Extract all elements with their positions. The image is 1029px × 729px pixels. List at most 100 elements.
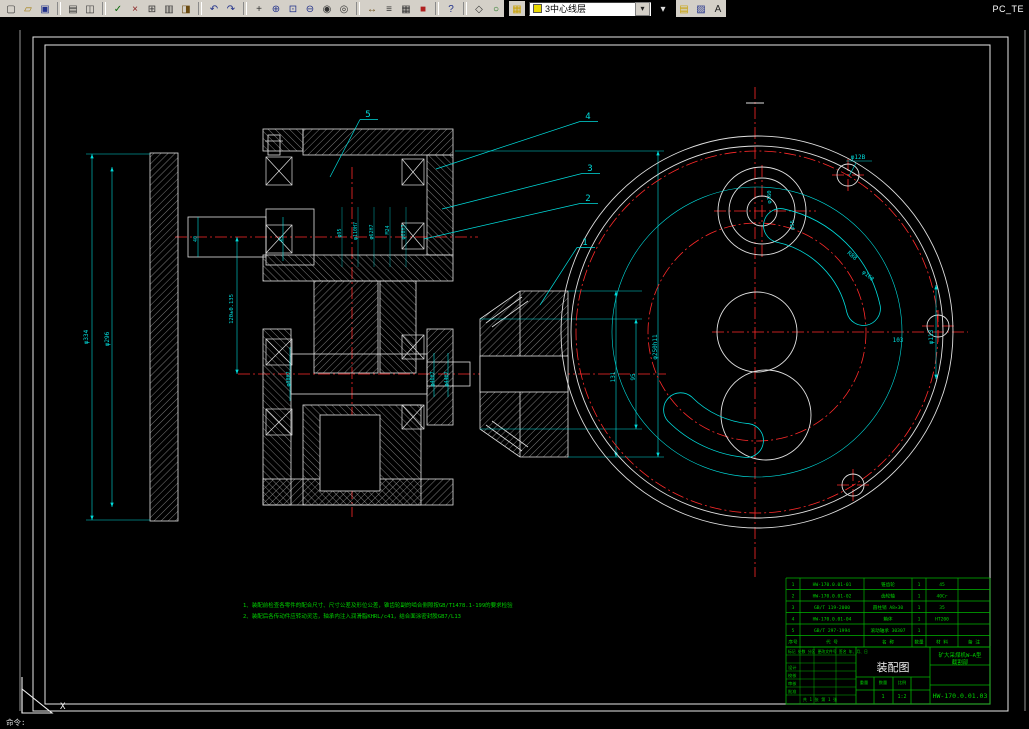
print[interactable]: ▤	[65, 1, 81, 16]
open-file[interactable]: ▱	[20, 1, 36, 16]
dim-label: φ44H7	[444, 371, 450, 386]
dim-label: R88	[846, 250, 859, 263]
toolbar-separator	[57, 2, 61, 15]
dim-label: φ46H7	[430, 371, 436, 386]
zoom-window[interactable]: ⊡	[285, 1, 301, 16]
toolbar-separator	[463, 2, 467, 15]
parts-cell: HW-170.0.01-01	[813, 582, 852, 588]
parts-header-cell: 名 称	[882, 639, 894, 646]
technical-notes: 1、装配前检查各零件的配合尺寸、尺寸公差及形位公差，锥齿轮副的啮合侧隙按GB/T…	[243, 601, 513, 620]
command-line-text: 命令:	[6, 717, 26, 727]
docked-panel-title: PC_TE	[992, 4, 1024, 14]
copy[interactable]: ⊞	[144, 1, 160, 16]
balloon-number: 4	[585, 112, 590, 122]
cut[interactable]: ×	[127, 1, 143, 16]
dim-label: φ296	[104, 331, 111, 346]
redo[interactable]: ↷	[223, 1, 239, 16]
new-file[interactable]: ▢	[3, 1, 19, 16]
parts-cell: 4	[792, 617, 795, 623]
parts-header-cell: 序号	[788, 639, 798, 646]
end-view-circles	[561, 103, 953, 528]
end-view	[561, 87, 968, 577]
ucs-x-label: X	[60, 702, 66, 712]
spell-check[interactable]: ✓	[110, 1, 126, 16]
toolbar-right-icons: ▤▨A	[676, 1, 726, 16]
toolbar-separator	[243, 2, 247, 15]
application-window: { "toolbar": { "icons": [ {"name":"new-f…	[0, 0, 1029, 729]
layer-properties[interactable]: ▦	[398, 1, 414, 16]
3d-orbit[interactable]: ○	[488, 1, 504, 16]
parts-list: 序号代 号名 称数量材 料备 注5GB/T 297-1994滚动轴承 30307…	[786, 578, 990, 647]
parts-cell: 1	[918, 594, 921, 600]
zoom-out[interactable]: ◎	[336, 1, 352, 16]
section-view	[86, 129, 666, 521]
note-line: 2、装配后各传动件应转动灵活，轴承内注入润滑脂KHRL/c41，结合面涂密封胶G…	[243, 612, 461, 620]
layer-toolbar: ▦ 3中心线层 ▾ ▾	[504, 0, 676, 17]
balloon-number: 1	[582, 238, 587, 248]
parts-cell: 1	[792, 582, 795, 588]
dim-label: 131	[610, 371, 617, 382]
sig-label: 校核	[788, 672, 797, 679]
signature-labels: 设计校核审核批准	[788, 664, 797, 695]
toolbar: ▢▱▣▤◫✓×⊞▥◨↶↷+⊕⊡⊖◉◎↔≡▦■?◇○ ▦ 3中心线层 ▾ ▾ ▤▨…	[0, 0, 1029, 17]
dim-label: φ95	[337, 228, 343, 237]
dim-label: φ334	[83, 329, 90, 344]
dim-label: φ160	[767, 190, 773, 203]
sig-label: 设计	[788, 664, 796, 671]
balloon-number: 2	[585, 194, 590, 204]
toolbar-separator	[356, 2, 360, 15]
toolbar-main-icons: ▢▱▣ ▤◫ ✓×⊞▥◨ ↶↷ +⊕⊡⊖◉◎ ↔≡▦■? ◇○	[3, 1, 504, 16]
toolbar-separator	[435, 2, 439, 15]
save-file[interactable]: ▣	[37, 1, 53, 16]
parts-cell: 圆柱销 A8×30	[873, 604, 904, 611]
parts-cell: GB/T 297-1994	[814, 628, 850, 634]
undo[interactable]: ↶	[206, 1, 222, 16]
layer-dropdown-arrow-icon[interactable]: ▾	[635, 2, 650, 16]
docked-panel-caption: PC_TE	[987, 0, 1029, 17]
parts-cell: 35	[939, 605, 945, 611]
end-view-centerlines	[576, 87, 968, 577]
sheet-info: 共 1 张 第 1 张	[803, 696, 838, 703]
balloon-number: 5	[365, 110, 370, 120]
help[interactable]: ?	[443, 1, 459, 16]
scale-label: 比例	[898, 679, 906, 686]
drawing-number: HW-170.0.01.03	[933, 692, 988, 700]
drawing-title: 装配图	[877, 661, 910, 674]
zoom-previous[interactable]: ⊖	[302, 1, 318, 16]
parts-cell: 45	[939, 582, 945, 588]
zoom-realtime[interactable]: ⊕	[268, 1, 284, 16]
paste[interactable]: ▥	[161, 1, 177, 16]
parts-cell: 5	[792, 628, 795, 634]
balloon-number: 3	[587, 164, 592, 174]
named-views[interactable]: ◇	[471, 1, 487, 16]
parts-cell: 1	[918, 582, 921, 588]
parts-cell: HW-170.0.01-04	[813, 617, 852, 623]
sheet-icon[interactable]: ▤	[676, 1, 692, 16]
end-view-dims	[846, 161, 936, 379]
drawing-canvas[interactable]: φ334φ296120±0.1354045φ95φ110H7φ62H7M24φ6…	[0, 17, 1029, 729]
parts-cell: 锥齿轮	[881, 581, 895, 588]
title-block: 装配图 矿大采煤机W—A型 截割部 HW-170.0.01.03 比例 1:2 …	[786, 647, 990, 704]
dim-label: 103	[893, 337, 904, 344]
pan-realtime[interactable]: +	[251, 1, 267, 16]
measure-distance[interactable]: ↔	[364, 1, 380, 16]
color-control[interactable]: ■	[415, 1, 431, 16]
layer-dropdown[interactable]: 3中心线层 ▾	[529, 2, 651, 16]
parts-cell: 1	[918, 605, 921, 611]
toolbar-overflow-icon[interactable]: ▾	[655, 1, 671, 16]
parts-cell: 2	[792, 594, 795, 600]
text-style-icon[interactable]: A	[710, 1, 726, 16]
layer-state-icon[interactable]: ▦	[509, 1, 525, 16]
parts-cell: GB/T 119-2000	[814, 605, 850, 611]
parts-cell: 1	[918, 617, 921, 623]
print-preview[interactable]: ◫	[82, 1, 98, 16]
org-sub: 截割部	[952, 658, 969, 666]
weight-label: 重量	[860, 679, 868, 686]
layers[interactable]: ≡	[381, 1, 397, 16]
render-icon[interactable]: ▨	[693, 1, 709, 16]
match-properties[interactable]: ◨	[178, 1, 194, 16]
parts-cell: 40Cr	[936, 594, 947, 600]
zoom-in[interactable]: ◉	[319, 1, 335, 16]
dim-label: 45	[279, 236, 285, 242]
parts-cell: 箱体	[883, 616, 893, 623]
